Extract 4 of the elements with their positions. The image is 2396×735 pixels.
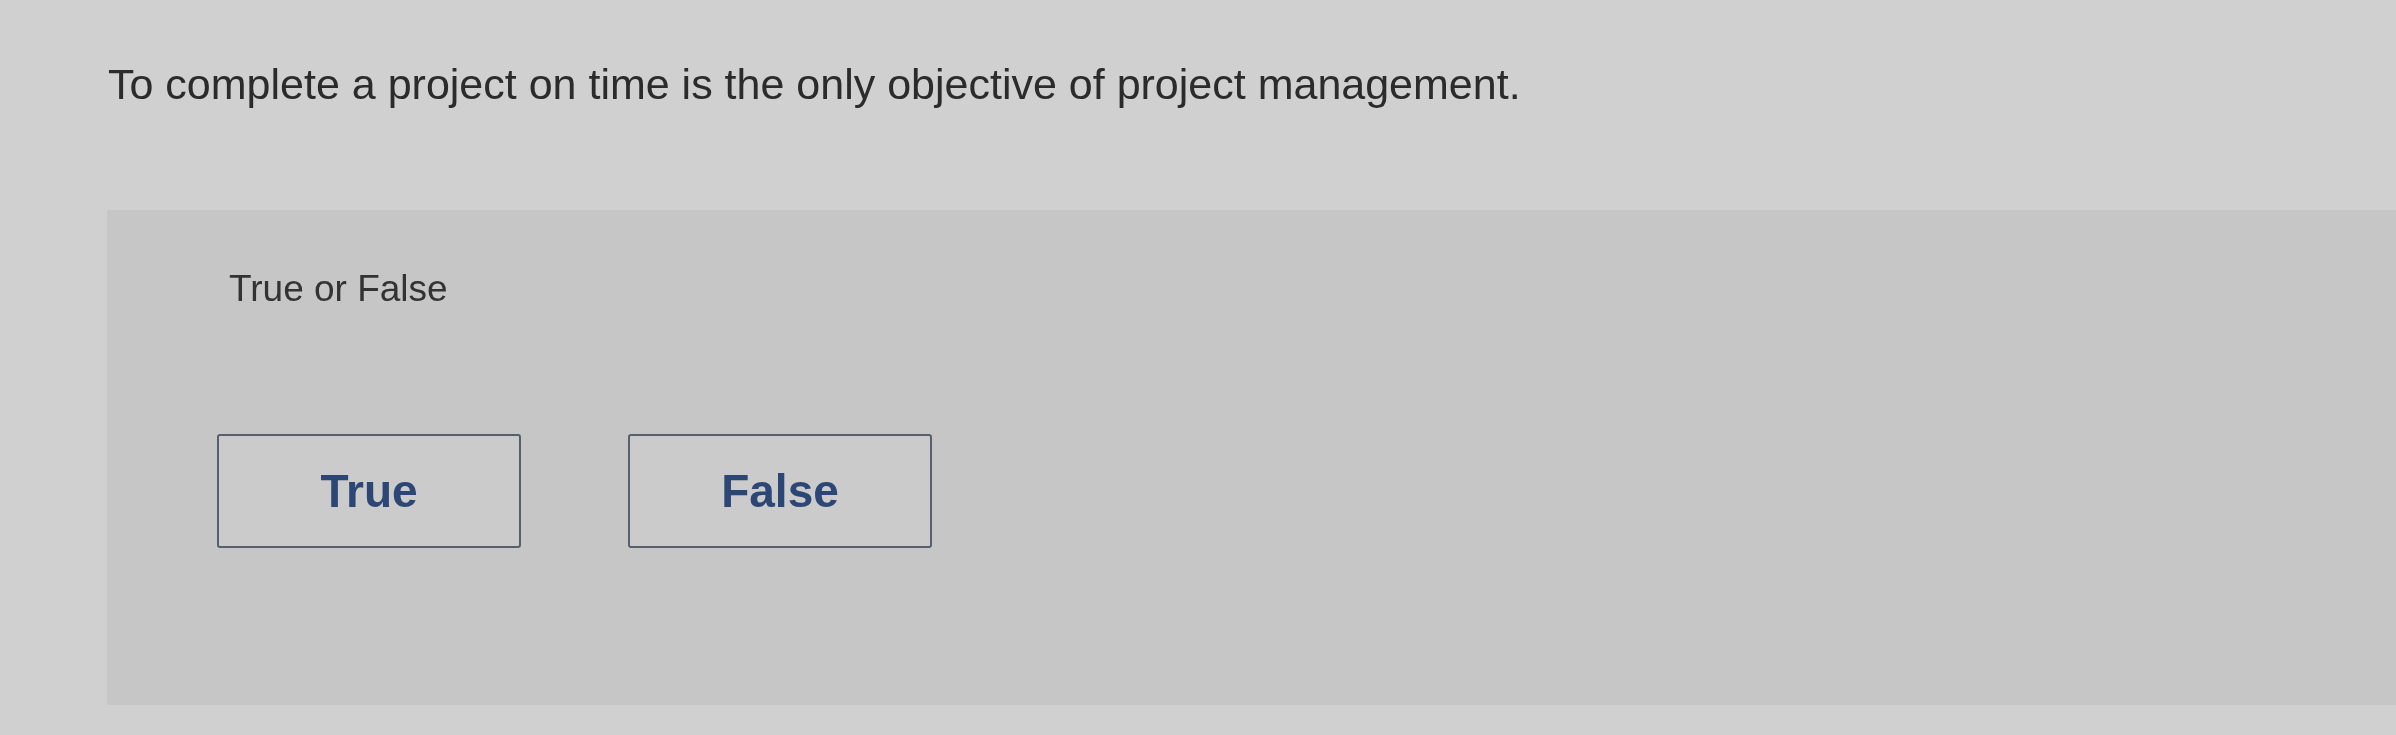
prompt-text: True or False <box>229 267 448 311</box>
answer-option-button[interactable]: False <box>628 434 932 549</box>
question-text: To complete a project on time is the only objective of project management. <box>108 59 1521 110</box>
answer-option-button[interactable]: True <box>217 434 521 549</box>
